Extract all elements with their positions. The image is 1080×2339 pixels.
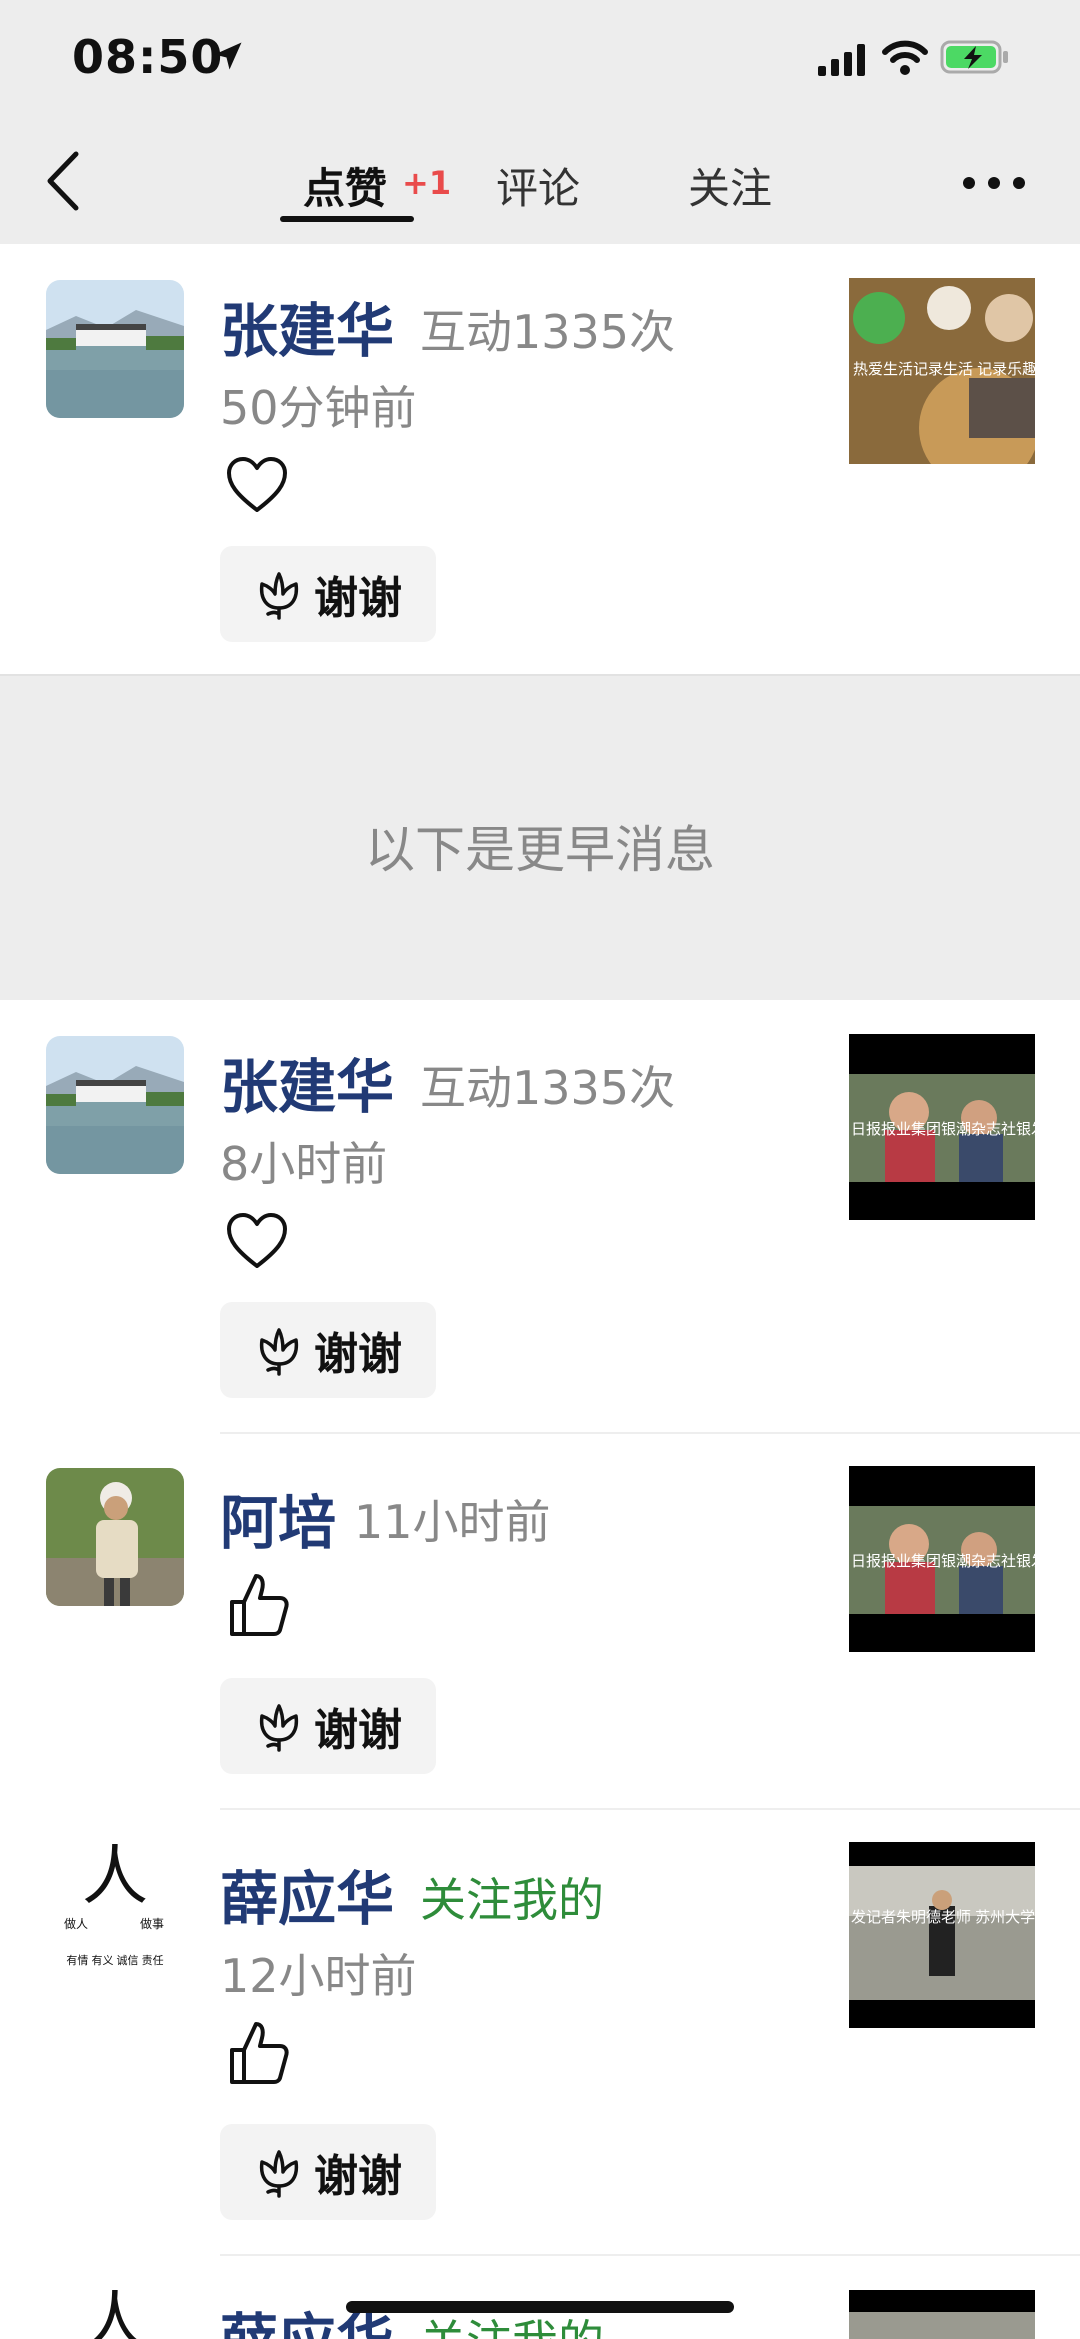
post-thumbnail[interactable]: 发记者朱明德老师 苏州大学 [849,1842,1035,2028]
avatar-left-top-text: 做人 [64,1916,88,1931]
interaction-count: 互动1335次 [420,305,676,359]
flower-icon [259,2150,299,2198]
thumbs-up-icon [230,1574,289,1636]
person-avatar-image [46,1468,184,1606]
partial-row-clip: 薛应华 关注我的 [220,2290,820,2339]
tab-follows[interactable]: 关注 [688,155,772,216]
landscape-avatar-image [46,280,184,418]
thanks-label: 谢谢 [314,1705,402,1756]
battery-charging-icon [940,40,1008,74]
timestamp: 8小时前 [220,1137,388,1191]
flower-icon [259,1328,299,1376]
video-thumbnail-caption: 日报报业集团银潮杂志社银发 [851,1553,1035,1570]
tea-thumbnail-caption: 热爱生活记录生活 记录乐趣得 [853,361,1035,378]
thanks-label: 谢谢 [314,1329,402,1380]
row-divider [220,2254,1080,2256]
heart-icon [227,457,287,512]
home-indicator[interactable] [346,2301,734,2313]
video-thumbnail-image: 发记者朱明德老师 苏州大学 [849,1842,1035,2028]
heart-icon [227,1213,287,1268]
avatar[interactable]: 人 [46,2290,184,2339]
cellular-signal-icon [818,44,865,76]
video-thumbnail-caption: 日报报业集团银潮杂志社银发 [851,1121,1035,1138]
avatar[interactable] [46,1468,184,1606]
video-thumbnail-image: 日报报业集团银潮杂志社银发 [849,1466,1035,1652]
calligraphy-avatar-image: 人 [46,2290,184,2339]
post-thumbnail[interactable] [849,2290,1035,2339]
user-name[interactable]: 张建华 [220,284,394,368]
timestamp: 11小时前 [354,1495,551,1549]
avatar[interactable] [46,280,184,418]
calligraphy-avatar-image: 人 做人 做事 有情 有义 诚信 责任 [46,1844,184,1982]
tab-likes[interactable]: 点赞 [303,155,387,216]
location-arrow-icon [214,42,242,70]
thumbs-up-icon [230,2022,289,2084]
flower-icon [259,1704,299,1752]
video-thumbnail-image: 日报报业集团银潮杂志社银发 [849,1034,1035,1220]
wifi-icon [882,40,928,75]
tab-comments[interactable]: 评论 [496,155,580,216]
user-name[interactable]: 张建华 [220,1040,394,1124]
post-thumbnail[interactable]: 日报报业集团银潮杂志社银发 [849,1466,1035,1652]
tab-likes-badge: +1 [402,164,452,202]
back-chevron-icon[interactable] [44,150,84,212]
tea-table-image: 热爱生活记录生活 记录乐趣得 [849,278,1035,464]
thanks-label: 谢谢 [314,2151,402,2202]
thanks-button[interactable]: 谢谢 [220,546,436,642]
active-tab-indicator [280,216,414,222]
follows-me-label: 关注我的 [420,1873,604,1927]
video-thumbnail-caption: 发记者朱明德老师 苏州大学 [851,1908,1035,1926]
thanks-button[interactable]: 谢谢 [220,1678,436,1774]
user-name[interactable]: 薛应华 [220,1852,394,1936]
row-divider [220,1808,1080,1810]
thanks-label: 谢谢 [314,573,402,624]
post-thumbnail[interactable]: 日报报业集团银潮杂志社银发 [849,1034,1035,1220]
flower-icon [259,572,299,620]
thanks-button[interactable]: 谢谢 [220,1302,436,1398]
earlier-messages-label: 以下是更早消息 [365,821,715,879]
timestamp: 12小时前 [220,1949,417,2003]
avatar-bottom-text: 有情 有义 诚信 责任 [66,1953,163,1967]
avatar[interactable] [46,1036,184,1174]
thanks-button[interactable]: 谢谢 [220,2124,436,2220]
timestamp: 50分钟前 [220,381,417,435]
interaction-count: 互动1335次 [420,1061,676,1115]
avatar-char: 人 [82,1844,148,1913]
video-thumbnail-image [849,2312,1035,2339]
post-thumbnail[interactable]: 热爱生活记录生活 记录乐趣得 [849,278,1035,464]
avatar-char: 人 [82,2290,148,2339]
avatar-right-top-text: 做事 [140,1916,164,1931]
row-divider [220,1432,1080,1434]
landscape-avatar-image [46,1036,184,1174]
more-options-icon[interactable] [962,176,1026,190]
avatar[interactable]: 人 做人 做事 有情 有义 诚信 责任 [46,1844,184,1982]
user-name[interactable]: 阿培 [220,1476,336,1560]
status-time: 08:50 [72,30,224,84]
